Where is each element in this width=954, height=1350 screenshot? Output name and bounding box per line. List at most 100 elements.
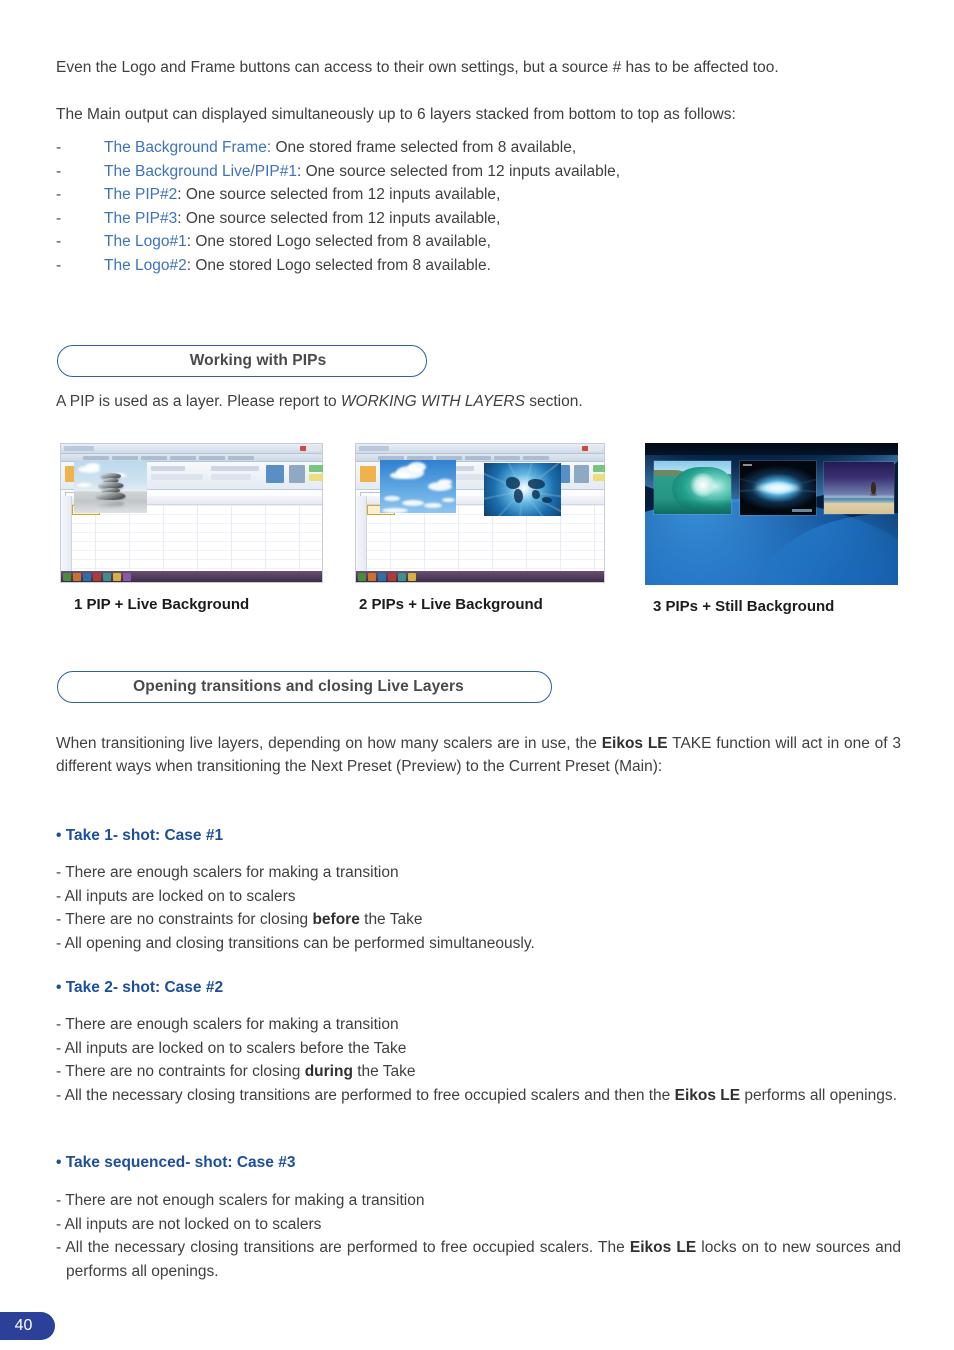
- intro-paragraph-1: Even the Logo and Frame buttons can acce…: [56, 59, 779, 76]
- layer-desc: : One stored Logo selected from 8 availa…: [186, 233, 491, 251]
- transitions-paragraph-part1: When transitioning live layers, dependin…: [56, 735, 602, 752]
- page-number-tab: 40: [0, 1312, 55, 1340]
- ribbon-tab: [494, 455, 520, 460]
- section-header-label: Working with PIPs: [189, 352, 327, 369]
- list-item-text: - All inputs are not locked on to scaler…: [56, 1215, 322, 1233]
- taskbar-icon: [378, 572, 386, 581]
- document-page: Even the Logo and Frame buttons can acce…: [0, 0, 954, 1350]
- layer-label: The Logo#1: [104, 233, 187, 251]
- list-bullet: -: [56, 139, 62, 156]
- list-item: - All inputs are locked on to scalers: [56, 885, 901, 909]
- list-item-text: The Background Live/PIP#1: One source se…: [104, 160, 901, 184]
- list-item: - The PIP#3: One source selected from 12…: [56, 207, 901, 231]
- list-item-text: - All inputs are locked on to scalers be…: [56, 1039, 407, 1057]
- list-item: - There are enough scalers for making a …: [56, 861, 901, 885]
- list-item-text: The Logo#1: One stored Logo selected fro…: [104, 230, 901, 254]
- product-name-bold: Eikos LE: [601, 735, 668, 752]
- list-bullet: -: [56, 209, 62, 227]
- row-headers: [356, 496, 367, 572]
- list-item: - The Logo#2: One stored Logo selected f…: [56, 254, 901, 278]
- taskbar-icon: [103, 572, 111, 581]
- pip-note-part1: A PIP is used as a layer. Please report …: [56, 393, 341, 410]
- taskbar-icon: [408, 572, 416, 581]
- list-item-text: - There are no contraints for closing: [56, 1063, 305, 1081]
- list-item: - All inputs are locked on to scalers be…: [56, 1037, 901, 1061]
- taskbar-icon: [63, 572, 71, 581]
- case-1-list: - There are enough scalers for making a …: [56, 861, 901, 955]
- list-item-text: - All the necessary closing transitions …: [56, 1239, 630, 1257]
- taskbar-icon: [358, 572, 366, 581]
- list-item-text: - There are enough scalers for making a …: [56, 864, 399, 881]
- layer-label: The Background Frame:: [104, 139, 272, 156]
- ribbon-tab: [228, 455, 254, 460]
- section-header-label: Opening transitions and closing Live Lay…: [133, 678, 464, 695]
- list-item: - There are enough scalers for making a …: [56, 1013, 901, 1037]
- layer-label: The PIP#2: [104, 186, 178, 204]
- list-item-emphasis: Eikos LE: [629, 1239, 697, 1257]
- case-3-heading: • Take sequenced- shot: Case #3: [56, 1154, 296, 1171]
- case-2-heading: • Take 2- shot: Case #2: [56, 979, 224, 996]
- list-item: - All the necessary closing transitions …: [56, 1236, 901, 1283]
- pip-note: A PIP is used as a layer. Please report …: [56, 390, 901, 413]
- list-item: - There are not enough scalers for makin…: [56, 1189, 901, 1213]
- list-item-text-suffix: performs all openings.: [740, 1086, 897, 1104]
- layer-desc: One stored frame selected from 8 availab…: [271, 139, 577, 156]
- window-titlebar: [61, 444, 322, 454]
- case-3-list: - There are not enough scalers for makin…: [56, 1189, 901, 1283]
- layer-label: The Background Live/PIP#1: [104, 162, 298, 180]
- ribbon-tab: [112, 455, 138, 460]
- pip-layer-blue-sky-clouds: [380, 460, 456, 513]
- list-item-text: - All inputs are locked on to scalers: [56, 887, 296, 905]
- layer-label: The PIP#3: [104, 209, 178, 227]
- list-bullet: -: [56, 186, 62, 204]
- case-2-list: - There are enough scalers for making a …: [56, 1013, 901, 1107]
- ribbon-tab: [378, 455, 404, 460]
- section-header-working-with-pips: Working with PIPs: [57, 345, 427, 377]
- list-item-text: - There are enough scalers for making a …: [56, 1016, 399, 1033]
- pip-note-part2: section.: [524, 393, 583, 410]
- list-item: - The Background Frame: One stored frame…: [56, 136, 901, 160]
- list-item: - All the necessary closing transitions …: [56, 1084, 901, 1108]
- ribbon-tab: [199, 455, 225, 460]
- list-item-text-suffix: the Take: [359, 911, 423, 929]
- figure-1-caption: 1 PIP + Live Background: [74, 596, 250, 613]
- figure-3-caption: 3 PIPs + Still Background: [653, 598, 835, 615]
- list-item: - The Logo#1: One stored Logo selected f…: [56, 230, 901, 254]
- list-item: - There are no contraints for closing du…: [56, 1060, 901, 1084]
- image-blue-sky-clouds: [380, 460, 456, 513]
- list-bullet: -: [56, 233, 62, 251]
- layer-label: The Logo#2: [104, 256, 187, 274]
- list-bullet: -: [56, 256, 62, 274]
- list-item-text: The PIP#3: One source selected from 12 i…: [104, 207, 901, 231]
- layer-list: - The Background Frame: One stored frame…: [56, 136, 901, 278]
- image-energy-burst: [740, 461, 816, 515]
- taskbar-icon: [368, 572, 376, 581]
- pip-layer-zen-stones: [74, 461, 147, 513]
- pip-note-italic: WORKING WITH LAYERS: [340, 393, 525, 410]
- page-number: 40: [14, 1317, 33, 1334]
- ribbon-tab: [436, 455, 462, 460]
- list-item: - All opening and closing transitions ca…: [56, 932, 901, 956]
- ribbon-tab: [523, 455, 549, 460]
- list-item-text: The Logo#2: One stored Logo selected fro…: [104, 254, 901, 278]
- list-item: - All inputs are not locked on to scaler…: [56, 1213, 901, 1237]
- ribbon-tab: [83, 455, 109, 460]
- intro-paragraph-2: The Main output can displayed simultaneo…: [56, 106, 736, 123]
- list-item-emphasis: Eikos LE: [674, 1086, 741, 1104]
- list-item: - The PIP#2: One source selected from 12…: [56, 183, 901, 207]
- section-header-opening-transitions: Opening transitions and closing Live Lay…: [57, 671, 552, 703]
- taskbar-icon: [398, 572, 406, 581]
- image-abstract-blue-world-map: [484, 463, 561, 516]
- list-item-text: - There are no constraints for closing: [56, 911, 313, 929]
- transitions-paragraph: When transitioning live layers, dependin…: [56, 732, 901, 778]
- pip-layer-ocean-wave: [654, 461, 731, 514]
- image-beach-with-surfer: [824, 462, 894, 514]
- figure-1-pip-live-background: [60, 443, 323, 583]
- layer-desc: : One stored Logo selected from 8 availa…: [186, 256, 491, 274]
- ribbon-tab: [465, 455, 491, 460]
- list-bullet: -: [56, 162, 62, 180]
- window-titlebar: [356, 444, 604, 454]
- taskbar: [356, 571, 604, 582]
- list-item: - The Background Live/PIP#1: One source …: [56, 160, 901, 184]
- taskbar-icon: [123, 572, 131, 581]
